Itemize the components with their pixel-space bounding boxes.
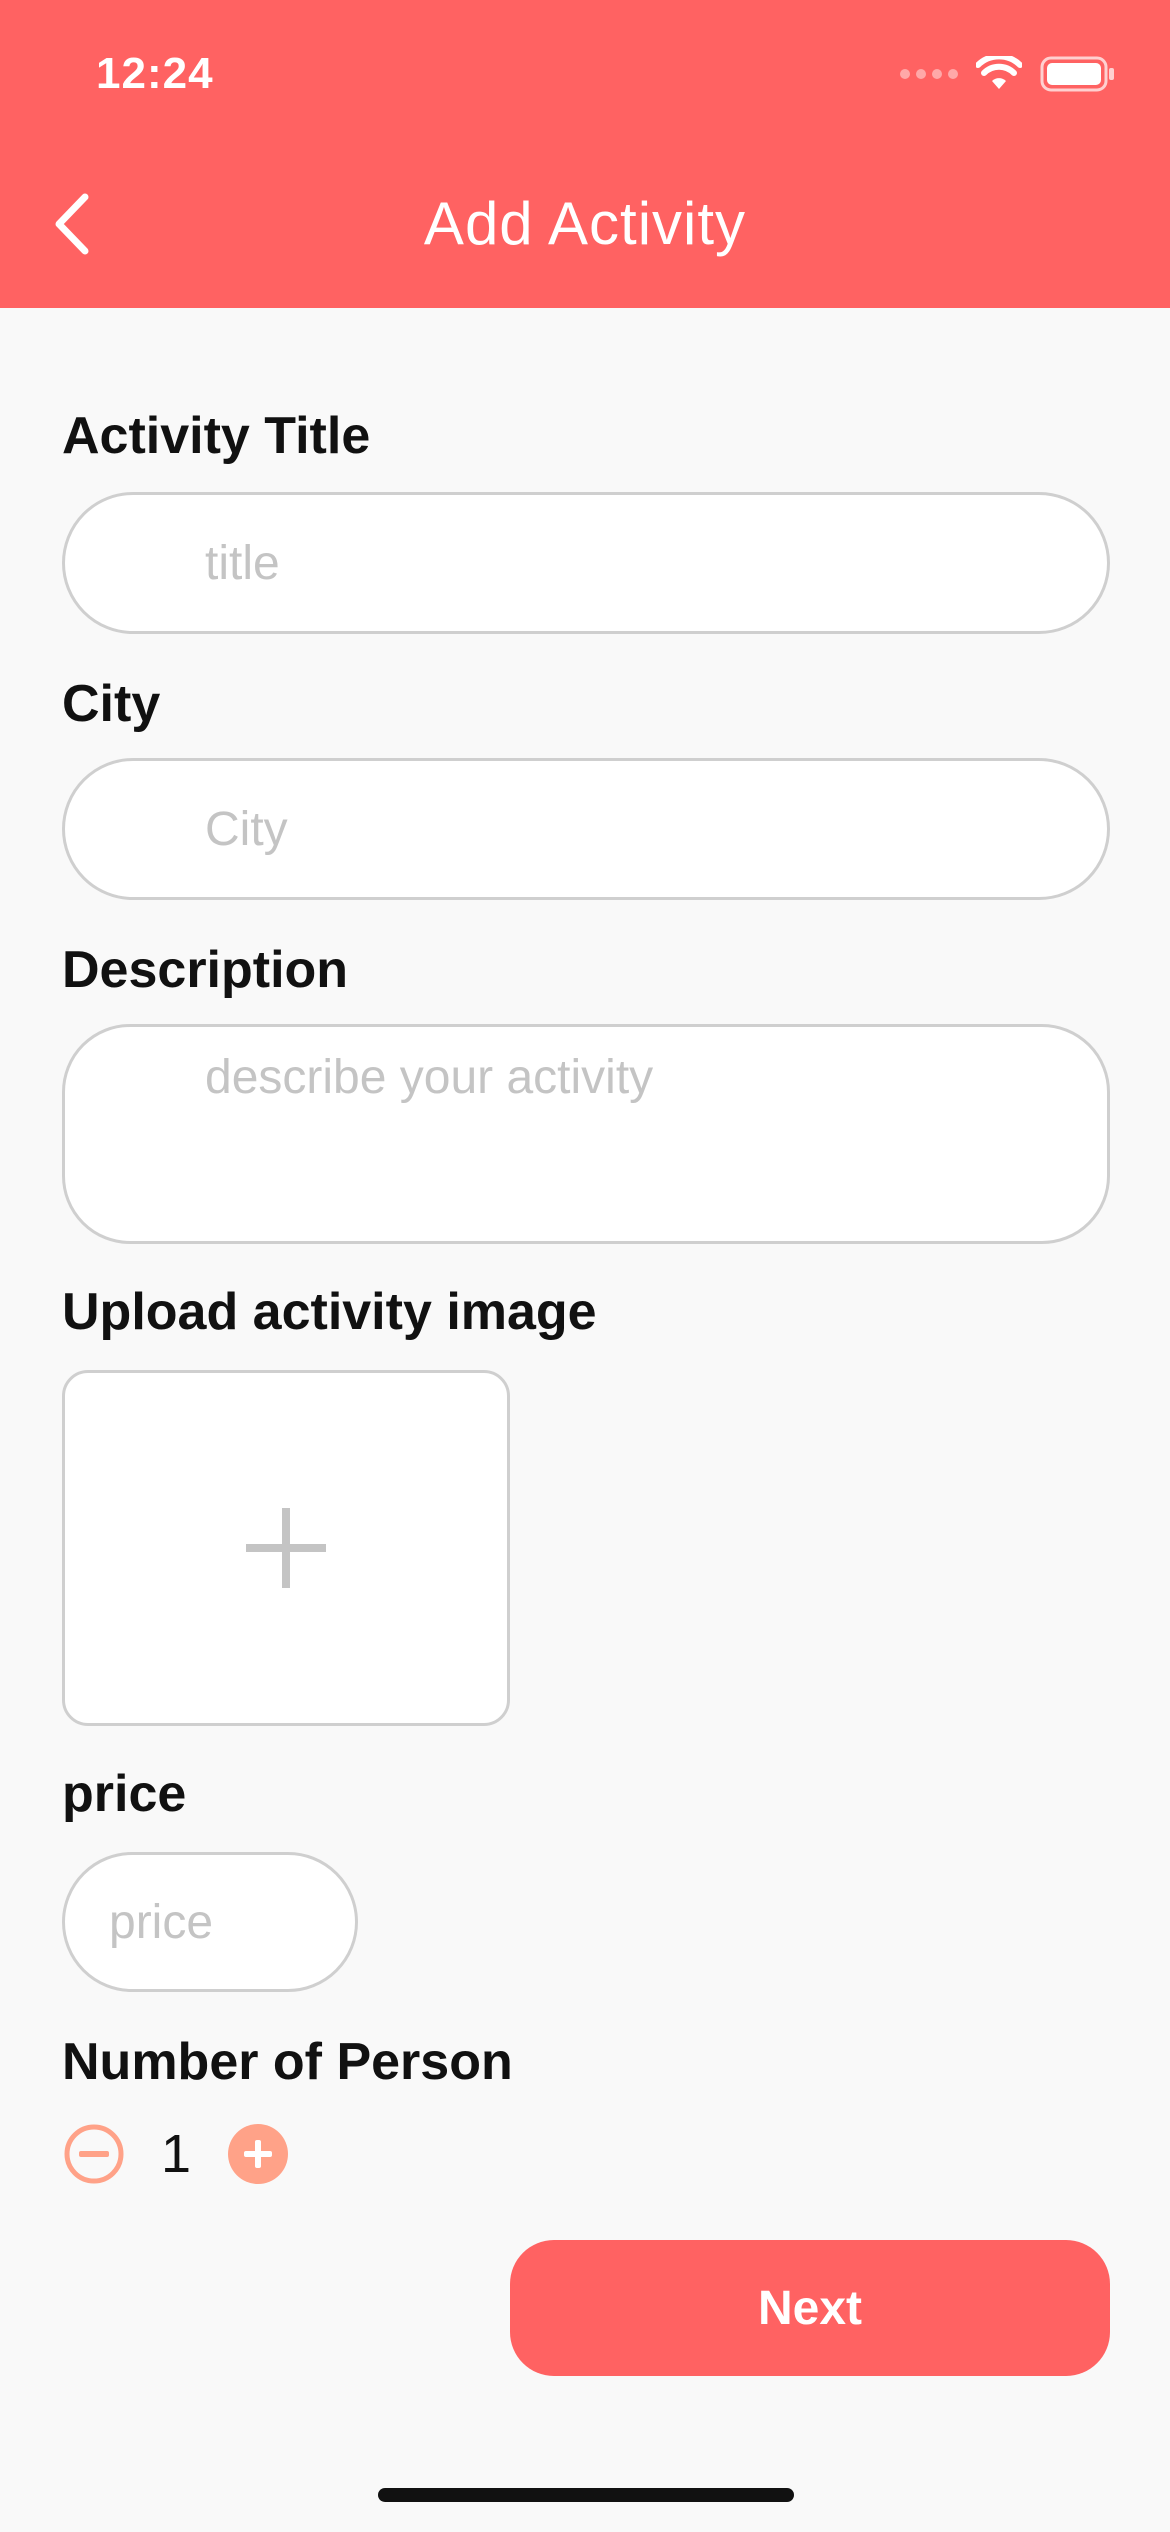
add-activity-screen: 12:24 Add Activity Activity Title title … bbox=[0, 0, 1170, 2532]
status-time: 12:24 bbox=[96, 49, 214, 98]
upload-image-button[interactable] bbox=[62, 1370, 510, 1726]
minus-circle-icon bbox=[64, 2124, 124, 2184]
activity-title-field[interactable] bbox=[62, 492, 1110, 634]
header-bar: 12:24 Add Activity bbox=[0, 0, 1170, 308]
upload-image-label: Upload activity image bbox=[62, 1283, 597, 1341]
plus-icon bbox=[246, 1508, 326, 1588]
person-count-stepper: 1 bbox=[62, 2122, 290, 2186]
increment-button[interactable] bbox=[226, 2122, 290, 2186]
price-field[interactable] bbox=[62, 1852, 358, 1992]
status-icons bbox=[900, 50, 1116, 98]
person-count-value: 1 bbox=[160, 2124, 192, 2184]
activity-title-input[interactable] bbox=[65, 495, 1107, 631]
description-field[interactable] bbox=[62, 1024, 1110, 1244]
battery-icon bbox=[1040, 56, 1114, 92]
page-title: Add Activity bbox=[423, 190, 747, 257]
cellular-signal-icon bbox=[900, 69, 958, 79]
next-button[interactable]: Next bbox=[510, 2240, 1110, 2376]
price-input[interactable] bbox=[65, 1855, 355, 1989]
plus-circle-icon bbox=[228, 2124, 288, 2184]
city-label: City bbox=[62, 675, 161, 733]
number-of-person-label: Number of Person bbox=[62, 2033, 513, 2091]
description-label: Description bbox=[62, 941, 349, 999]
wifi-icon bbox=[976, 56, 1022, 89]
city-field[interactable] bbox=[62, 758, 1110, 900]
home-indicator bbox=[378, 2488, 794, 2502]
activity-title-label: Activity Title bbox=[62, 407, 371, 465]
description-input[interactable] bbox=[65, 1027, 1107, 1241]
decrement-button[interactable] bbox=[62, 2122, 126, 2186]
price-label: price bbox=[62, 1765, 187, 1823]
city-input[interactable] bbox=[65, 761, 1107, 897]
